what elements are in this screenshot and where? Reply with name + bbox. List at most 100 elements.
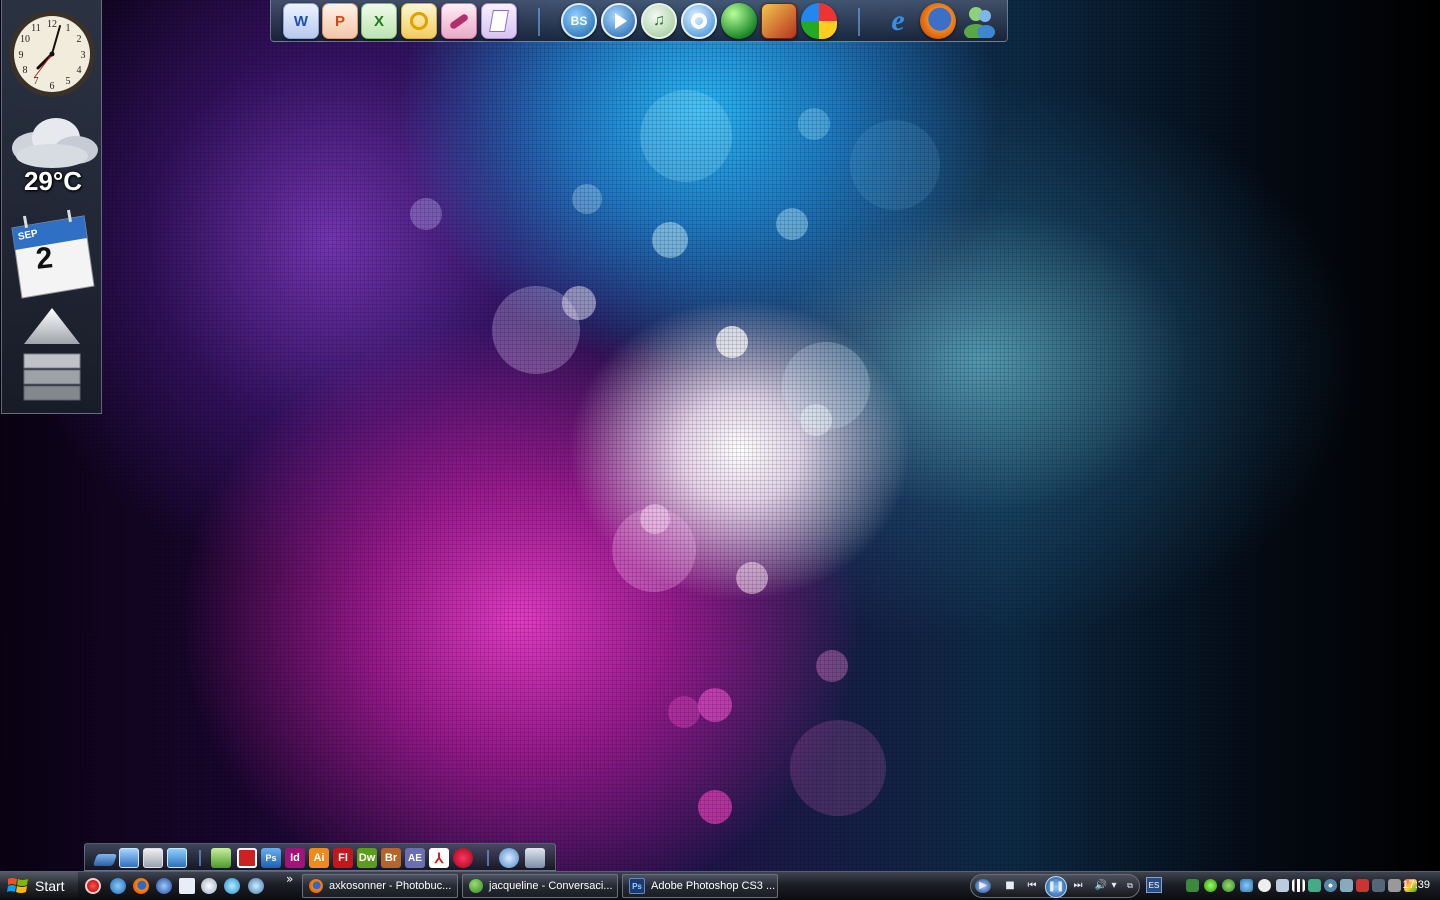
windows-media-player-icon[interactable] [601, 3, 637, 39]
bokeh-light [816, 650, 848, 682]
aftereffects-icon[interactable]: AE [405, 848, 425, 868]
tray-display-icon[interactable] [1276, 879, 1289, 892]
bs-player-icon[interactable]: BS [561, 3, 597, 39]
tray-arrow-icon[interactable] [1186, 879, 1199, 892]
task-label: jacqueline - Conversaci... [489, 880, 613, 892]
language-indicator[interactable]: ES [1146, 877, 1162, 893]
quick-launch-firefox-icon[interactable] [133, 878, 149, 894]
onenote-icon[interactable] [481, 3, 517, 39]
settings-icon[interactable] [499, 848, 519, 868]
task-label: Adobe Photoshop CS3 ... [651, 880, 776, 892]
bridge-icon[interactable]: Br [381, 848, 401, 868]
acrobat-reader-icon[interactable] [453, 848, 473, 868]
dock-separator [858, 8, 860, 36]
network-icon[interactable] [1340, 879, 1353, 892]
pause-icon[interactable]: ❚❚ [1045, 876, 1067, 898]
bokeh-light [776, 208, 808, 240]
tray-people-icon[interactable] [1222, 879, 1235, 892]
recycle-bin-icon[interactable] [525, 848, 545, 868]
illustrator-icon[interactable]: Ai [309, 848, 329, 868]
excel-icon[interactable]: X [361, 3, 397, 39]
flash-icon[interactable]: Fl [333, 848, 353, 868]
quick-launch-dock: Ps Id Ai Fl Dw Br AE ⅄ [84, 843, 556, 871]
chevron-down-icon[interactable]: ▾ [1109, 879, 1119, 893]
bokeh-light [798, 108, 830, 140]
clock-numeral: 10 [20, 34, 30, 45]
network-icon[interactable] [167, 848, 187, 868]
taskbar: Start » axkosonner - Photobuc... jacquel… [0, 871, 1440, 900]
computer-icon[interactable] [119, 848, 139, 868]
network-error-icon[interactable] [1356, 879, 1369, 892]
access-icon[interactable] [441, 3, 477, 39]
itunes-icon[interactable]: ♫ [641, 3, 677, 39]
quick-launch-ie-icon[interactable] [110, 878, 126, 894]
tray-recycle-icon[interactable] [1240, 879, 1253, 892]
dock-separator [199, 850, 201, 866]
clock-numeral: 6 [50, 81, 55, 92]
clock-numeral: 5 [66, 76, 71, 87]
quicktime-icon[interactable] [681, 3, 717, 39]
media-player-toolbar: ▶ ■ ⏮ ❚❚ ⏭ 🔊 ▾ ⧉ [970, 874, 1140, 898]
dock-stack-icon[interactable] [92, 854, 118, 866]
task-label: axkosonner - Photobuc... [329, 880, 452, 892]
powerpoint-icon[interactable]: P [322, 3, 358, 39]
stop-icon[interactable]: ■ [1003, 879, 1017, 893]
internet-explorer-icon[interactable]: e [880, 3, 916, 39]
taskbar-clock[interactable]: 17:39 [1402, 879, 1430, 891]
quick-launch-player-icon[interactable] [179, 878, 195, 894]
previous-icon[interactable]: ⏮ [1023, 879, 1041, 893]
quick-launch-web-icon[interactable] [248, 878, 264, 894]
taskbar-item-messenger[interactable]: jacqueline - Conversaci... [462, 874, 618, 898]
desktop-wallpaper [0, 0, 1440, 900]
calendar-day: 2 [34, 241, 55, 276]
quick-launch-itunes-icon[interactable] [201, 878, 217, 894]
taskbar-item-photoshop[interactable]: Ps Adobe Photoshop CS3 ... [622, 874, 778, 898]
firefox-icon[interactable] [920, 3, 956, 39]
next-icon[interactable]: ⏭ [1069, 879, 1087, 893]
top-dock: W P X BS ♫ e [270, 0, 1008, 42]
clock-numeral: 8 [23, 65, 28, 76]
tray-green-icon[interactable] [1204, 879, 1217, 892]
volume-icon[interactable]: 🔊 [1093, 879, 1109, 893]
word-icon[interactable]: W [283, 3, 319, 39]
tray-clock-icon[interactable] [1258, 879, 1271, 892]
documents-icon[interactable] [143, 848, 163, 868]
indesign-icon[interactable]: Id [285, 848, 305, 868]
quick-launch-overflow[interactable]: » [286, 872, 293, 886]
quick-launch-media-icon[interactable] [156, 878, 172, 894]
clock-numeral: 12 [47, 19, 57, 30]
wireless-icon[interactable] [1324, 879, 1337, 892]
clock-gadget[interactable]: 12 1 2 3 4 5 6 7 8 9 10 11 [8, 10, 96, 98]
paint-icon[interactable] [801, 3, 837, 39]
calendar-gadget[interactable]: SEP 2 [10, 208, 98, 300]
clock-numeral: 1 [66, 23, 71, 34]
quick-launch-stop-icon[interactable] [85, 878, 101, 894]
photobooth-icon[interactable] [237, 848, 257, 868]
firefox-icon [309, 879, 323, 893]
wifi-icon[interactable] [1308, 879, 1321, 892]
eject-icon[interactable] [20, 306, 84, 402]
clock-numeral: 3 [81, 50, 86, 61]
calendar-icon [11, 209, 95, 299]
restore-icon[interactable]: ⧉ [1125, 879, 1135, 893]
sphere-icon[interactable] [721, 3, 757, 39]
quick-launch-desktop-icon[interactable] [224, 878, 240, 894]
acrobat-icon[interactable]: ⅄ [429, 848, 449, 868]
dictionary-icon[interactable] [761, 3, 797, 39]
signal-icon[interactable] [1292, 879, 1305, 892]
tray-devices-icon[interactable] [1372, 879, 1385, 892]
messenger-icon[interactable] [961, 3, 997, 39]
finder-icon[interactable]: Ps [261, 848, 281, 868]
tray-usb-icon[interactable] [1388, 879, 1401, 892]
weather-gadget[interactable]: 29°C [6, 112, 100, 202]
media-logo-icon[interactable]: ▶ [975, 879, 991, 893]
dreamweaver-icon[interactable]: Dw [357, 848, 377, 868]
bokeh-light [698, 790, 732, 824]
outlook-icon[interactable] [401, 3, 437, 39]
taskbar-item-firefox[interactable]: axkosonner - Photobuc... [302, 874, 458, 898]
bokeh-light [698, 688, 732, 722]
dreamweaver-leaf-icon[interactable] [211, 848, 231, 868]
bokeh-light [612, 508, 696, 592]
bokeh-light [410, 198, 442, 230]
start-button[interactable]: Start [0, 872, 78, 900]
